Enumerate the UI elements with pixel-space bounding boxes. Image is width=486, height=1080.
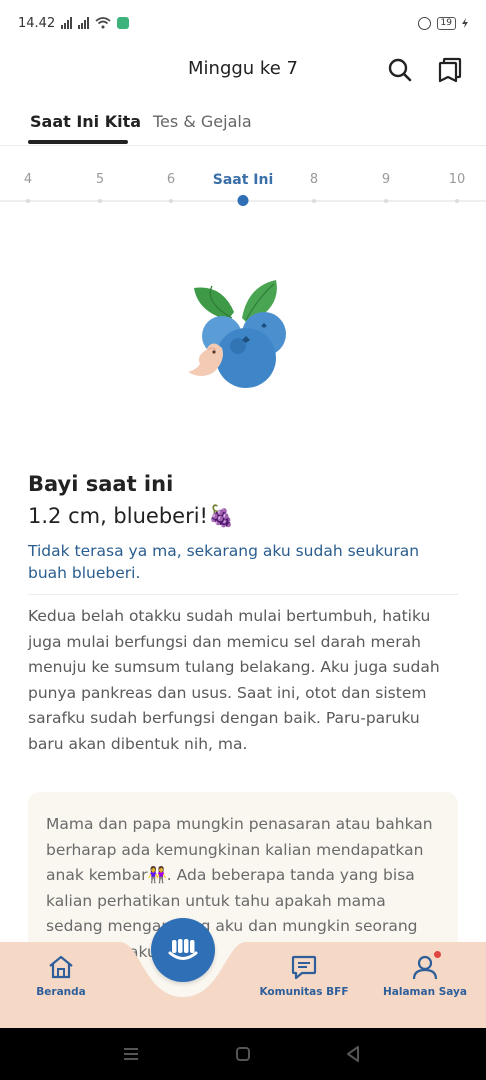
active-tab-indicator	[28, 140, 128, 144]
tab-saat-ini-kita[interactable]: Saat Ini Kita	[30, 112, 141, 131]
bottom-navigation: Beranda Komunitas BFF Halaman Saya	[0, 942, 486, 1028]
nav-community-label: Komunitas BFF	[259, 986, 349, 998]
nav-home-label: Beranda	[36, 986, 86, 998]
week-label[interactable]: 9	[382, 172, 390, 187]
week-label[interactable]: 6	[167, 172, 175, 187]
charging-icon	[462, 18, 468, 28]
divider	[28, 594, 458, 595]
week-dot-current	[237, 195, 249, 206]
system-navigation-bar	[0, 1028, 486, 1080]
home-button-icon[interactable]	[233, 1044, 253, 1064]
week-label[interactable]: 4	[24, 172, 32, 187]
week-dot	[312, 199, 316, 203]
recent-apps-icon[interactable]	[121, 1044, 141, 1064]
week-label[interactable]: 5	[96, 172, 104, 187]
week-label[interactable]: 8	[310, 172, 318, 187]
week-dot	[169, 199, 173, 203]
app-header: Minggu ke 7	[0, 50, 486, 94]
battery-icon: 19	[436, 16, 456, 30]
tab-bar: Saat Ini Kita Tes & Gejala	[0, 106, 486, 146]
app-notification-icon	[117, 17, 130, 29]
week-dot	[98, 199, 102, 203]
tab-tes-gejala[interactable]: Tes & Gejala	[153, 112, 252, 131]
description-text: Kedua belah otakku sudah mulai bertumbuh…	[28, 607, 440, 753]
dnd-icon	[417, 16, 431, 30]
notification-badge	[434, 951, 441, 958]
content-section: Bayi saat ini 1.2 cm, blueberi!🍇 Tidak t…	[28, 470, 458, 757]
back-icon[interactable]	[343, 1044, 363, 1064]
week-label[interactable]: 10	[449, 172, 466, 187]
week-dot	[384, 199, 388, 203]
nav-profile[interactable]: Halaman Saya	[375, 954, 475, 998]
tagline-text: Tidak terasa ya ma, sekarang aku sudah s…	[28, 542, 420, 582]
week-selector[interactable]: 4 5 6 Saat Ini 8 9 10	[0, 160, 486, 210]
nav-home[interactable]: Beranda	[11, 954, 111, 998]
bookmarks-icon[interactable]	[436, 56, 464, 84]
blueberry-baby-illustration	[188, 280, 286, 388]
wifi-icon	[95, 17, 111, 29]
app-logo-icon	[168, 939, 198, 960]
status-time: 14.42	[18, 15, 56, 31]
week-dot	[455, 199, 459, 203]
user-icon	[412, 955, 438, 980]
week-dot	[26, 199, 30, 203]
signal-icon-2	[78, 17, 90, 29]
home-icon	[49, 955, 73, 979]
nav-community[interactable]: Komunitas BFF	[254, 954, 354, 998]
search-icon[interactable]	[386, 56, 414, 84]
week-label-current[interactable]: Saat Ini	[213, 172, 274, 188]
signal-icon	[61, 17, 73, 29]
baby-size-text: 1.2 cm, blueberi!🍇	[28, 504, 235, 528]
nav-profile-label: Halaman Saya	[383, 986, 467, 998]
status-bar: 14.42 19	[0, 0, 486, 46]
chat-icon	[291, 955, 317, 980]
section-heading: Bayi saat ini	[28, 472, 174, 496]
center-action-button[interactable]	[151, 918, 215, 982]
